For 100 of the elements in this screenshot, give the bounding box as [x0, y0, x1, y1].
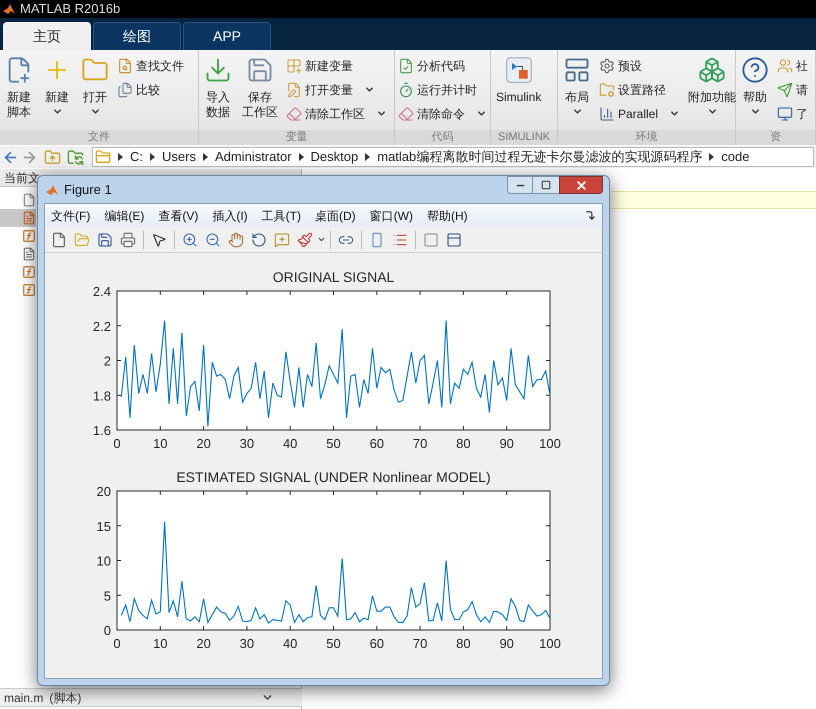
address-field[interactable]: C: Users Administrator Desktop matlab编程离散时间过程无迹卡尔曼滤波的实现源码程序 code [92, 147, 814, 167]
grid-plus-icon [286, 58, 302, 74]
back-icon[interactable] [2, 148, 19, 166]
tick-label: 10 [153, 636, 168, 651]
ribbon-button[interactable]: 社 [777, 55, 808, 76]
tick-label: 100 [539, 636, 561, 651]
path-segment[interactable]: Desktop [310, 147, 358, 167]
tick-label: 60 [370, 636, 384, 651]
ribbon-button[interactable]: 新建 脚本 [0, 50, 38, 130]
ribbon-button[interactable]: 设置路径 [599, 79, 680, 100]
tick-label: 60 [370, 436, 384, 451]
send-icon [777, 82, 793, 98]
figure-title: Figure 1 [64, 180, 112, 199]
tick-label: 0 [113, 636, 121, 651]
function-file-icon [22, 283, 36, 297]
tick-label: 80 [456, 636, 471, 651]
tick-label: 70 [412, 636, 428, 651]
tick-label: 90 [499, 636, 514, 651]
matlab-logo-icon [2, 2, 16, 16]
menu-item[interactable]: 文件(F) [51, 206, 90, 224]
tick-label: 2.4 [92, 284, 111, 299]
ribbon-button[interactable]: 运行并计时 [398, 79, 487, 100]
chart-title: ESTIMATED SIGNAL (UNDER Nonlinear MODEL) [176, 469, 491, 485]
file-row[interactable] [0, 209, 36, 227]
ribbon-button[interactable]: 请 [777, 79, 808, 100]
chart-title: ORIGINAL SIGNAL [272, 269, 394, 285]
tick-label: 70 [412, 436, 428, 451]
menu-item[interactable]: 插入(I) [212, 206, 248, 224]
eraser-icon [398, 106, 414, 122]
menu-item[interactable]: 查看(V) [158, 206, 198, 224]
group-label: 代码 [432, 130, 454, 146]
menu-item[interactable]: 桌面(D) [314, 206, 356, 224]
group-label: 环境 [636, 130, 658, 146]
tick-label: 1.6 [92, 423, 111, 438]
tick-label: 40 [282, 636, 298, 651]
tick-label: 20 [96, 484, 111, 499]
tick-label: 50 [326, 636, 341, 651]
ribbon-button[interactable]: Parallel [599, 103, 680, 124]
ribbon-button[interactable]: Simulink [491, 50, 546, 130]
ribbon-button[interactable]: 打开 [76, 50, 114, 130]
ribbon-button[interactable]: 查找文件 [117, 55, 184, 76]
layout-icon [563, 56, 591, 84]
ribbon-tab[interactable]: 绘图 [93, 22, 181, 50]
menu-item[interactable]: 窗口(W) [370, 206, 413, 224]
path-segment[interactable]: C: [130, 147, 143, 167]
files-icon [117, 82, 133, 98]
tick-label: 15 [96, 518, 111, 534]
folder-gear-icon [599, 82, 615, 98]
forward-icon[interactable] [21, 148, 38, 166]
tick-label: 10 [153, 436, 168, 451]
tick-label: 0 [104, 623, 111, 638]
save-icon [246, 56, 274, 84]
function-file-icon [22, 265, 36, 279]
browse-folder-icon[interactable] [67, 148, 84, 166]
users-icon [777, 58, 793, 74]
tick-label: 2.2 [92, 318, 111, 334]
group-label: 资 [770, 130, 781, 146]
path-separator-icon [118, 153, 123, 161]
maximize-icon [541, 180, 551, 190]
matlab-logo-icon [45, 182, 59, 196]
tick-label: 20 [196, 436, 211, 451]
group-label: 文件 [88, 130, 110, 146]
path-separator-icon [709, 153, 714, 161]
close-button[interactable] [559, 176, 603, 194]
ribbon-button[interactable]: 预设 [599, 55, 680, 76]
path-segment[interactable]: Administrator [214, 147, 292, 167]
ribbon-button[interactable]: 比较 [117, 79, 184, 100]
settings-icon [599, 58, 615, 74]
path-separator-icon [298, 153, 304, 161]
path-segment[interactable]: matlab编程离散时间过程无迹卡尔曼滤波的实现源码程序 [377, 147, 702, 167]
dock-arrow-icon[interactable] [585, 210, 596, 221]
ribbon-button[interactable]: 分析代码 [398, 55, 487, 76]
ribbon-tab[interactable]: 主页 [3, 22, 91, 50]
group-label: SIMULINK [498, 130, 550, 146]
ribbon-tab[interactable]: APP [183, 22, 271, 50]
timer-icon [398, 82, 414, 98]
menu-item[interactable]: 编辑(E) [104, 206, 144, 224]
ribbon-button[interactable]: 导入 数据 [199, 50, 237, 130]
menu-item[interactable]: 帮助(H) [426, 206, 468, 224]
menu-item[interactable]: 工具(T) [262, 206, 301, 224]
cubes-icon [698, 56, 726, 84]
path-segment[interactable]: Users [162, 147, 196, 167]
ribbon-button[interactable]: 打开变量 [286, 79, 387, 100]
ribbon-button[interactable]: 新建变量 [286, 55, 387, 76]
ribbon-button[interactable]: 新建 [38, 50, 76, 130]
maximize-button[interactable] [533, 176, 559, 194]
file-search-icon [117, 58, 133, 74]
ribbon-button[interactable]: 布局 [558, 50, 596, 130]
file-name: main.m [4, 690, 44, 706]
close-icon [574, 178, 588, 192]
path-segment[interactable]: code [721, 147, 750, 167]
ribbon-button[interactable]: 清除工作区 [286, 103, 387, 124]
tick-label: 0 [113, 436, 121, 451]
caret-icon[interactable] [317, 235, 326, 244]
ribbon-button[interactable]: 保存 工作区 [237, 50, 283, 130]
tick-label: 30 [240, 636, 254, 651]
ribbon-button[interactable]: 清除命令 [398, 103, 487, 124]
tick-label: 20 [196, 636, 211, 651]
details-bar[interactable]: main.m (脚本) [0, 688, 302, 707]
ribbon-button[interactable]: 了 [777, 103, 808, 124]
